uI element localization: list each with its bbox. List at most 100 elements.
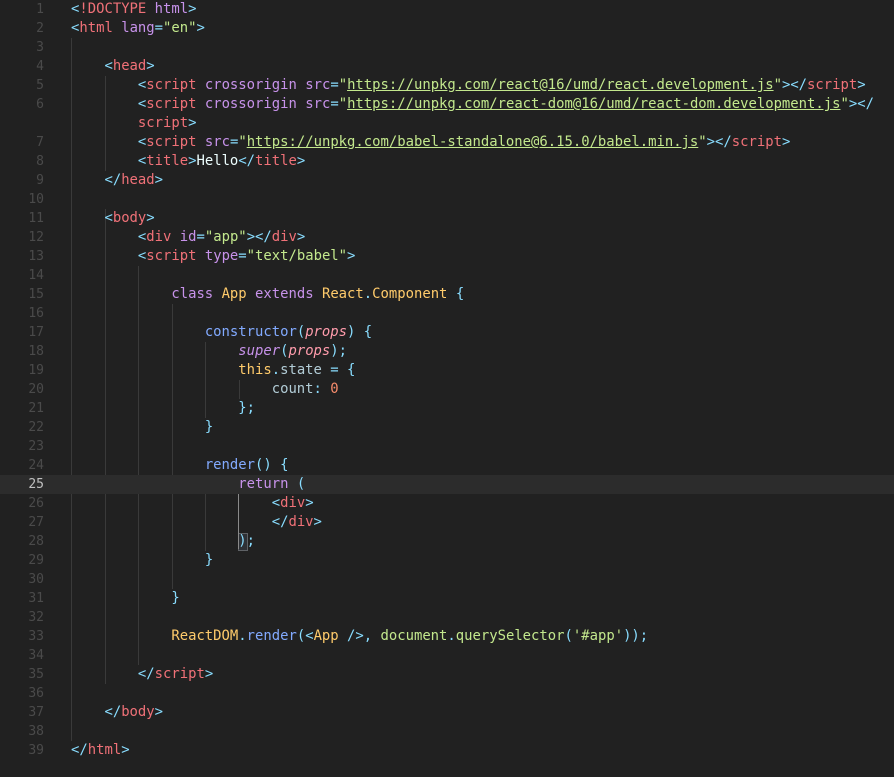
- code-line[interactable]: 30: [0, 570, 894, 589]
- code-line[interactable]: 33 ReactDOM.render(<App />, document.que…: [0, 627, 894, 646]
- code-token: (: [564, 628, 573, 644]
- code-token: html: [79, 20, 113, 36]
- code-line[interactable]: 15 class App extends React.Component {: [0, 285, 894, 304]
- line-number: 5: [36, 78, 44, 93]
- code-text: <script crossorigin src="https://unpkg.c…: [71, 76, 866, 95]
- line-number: 30: [28, 572, 44, 587]
- code-line[interactable]: 35 </script>: [0, 665, 894, 684]
- code-token: {: [455, 286, 465, 302]
- code-token: "en": [163, 20, 197, 36]
- code-line[interactable]: 3: [0, 38, 894, 57]
- code-token: =: [238, 248, 247, 264]
- code-token: ></: [848, 96, 874, 112]
- code-token: .: [363, 286, 373, 302]
- code-token: props: [288, 343, 331, 359]
- code-token: </: [71, 742, 88, 758]
- line-number: 34: [28, 648, 44, 663]
- line-number: 13: [28, 249, 44, 264]
- code-token: return: [238, 476, 289, 492]
- line-number: 4: [36, 59, 44, 74]
- code-token: head: [112, 58, 147, 74]
- line-number: 10: [28, 192, 44, 207]
- code-line[interactable]: 34: [0, 646, 894, 665]
- code-line[interactable]: 39 </html>: [0, 741, 894, 760]
- code-text: };: [71, 399, 255, 418]
- code-line[interactable]: 13 <script type="text/babel">: [0, 247, 894, 266]
- code-line[interactable]: 24 render() {: [0, 456, 894, 475]
- code-token: (): [255, 457, 272, 473]
- line-number: 35: [28, 667, 44, 682]
- code-line[interactable]: 31 }: [0, 589, 894, 608]
- code-token: super: [238, 343, 281, 359]
- code-line[interactable]: 22 }: [0, 418, 894, 437]
- code-token: script: [146, 77, 197, 93]
- code-line[interactable]: 23: [0, 437, 894, 456]
- code-editor[interactable]: 1 <!DOCTYPE html> 2 <html lang="en"> 3 4 <hea…: [0, 0, 894, 777]
- line-number: 17: [28, 325, 44, 340]
- code-token: {: [347, 362, 356, 378]
- code-line[interactable]: 7 <script src="https://unpkg.com/babel-s…: [0, 133, 894, 152]
- code-line[interactable]: 17 constructor(props) {: [0, 323, 894, 342]
- code-token: document: [380, 628, 448, 644]
- line-number: 22: [28, 420, 44, 435]
- code-text: <script crossorigin src="https://unpkg.c…: [71, 95, 874, 114]
- code-line[interactable]: 12 <div id="app"></div>: [0, 228, 894, 247]
- code-line[interactable]: 32: [0, 608, 894, 627]
- code-token: title: [255, 153, 297, 169]
- code-token: };: [238, 400, 255, 416]
- code-line[interactable]: 5 <script crossorigin src="https://unpkg…: [0, 76, 894, 95]
- code-line[interactable]: 29 }: [0, 551, 894, 570]
- code-line[interactable]: 2 <html lang="en">: [0, 19, 894, 38]
- code-line[interactable]: 20 count: 0: [0, 380, 894, 399]
- code-token: src: [204, 134, 230, 150]
- code-token: (: [296, 324, 306, 340]
- code-line[interactable]: 38: [0, 722, 894, 741]
- code-token: render: [204, 457, 255, 473]
- code-line[interactable]: 36: [0, 684, 894, 703]
- code-line[interactable]: 6 <script crossorigin src="https://unpkg…: [0, 95, 894, 114]
- code-token: html: [154, 1, 189, 17]
- code-line[interactable]: 11 <body>: [0, 209, 894, 228]
- code-token: >: [188, 115, 197, 131]
- code-line[interactable]: 25 return (: [0, 475, 894, 494]
- code-text: </html>: [71, 741, 130, 760]
- code-text: }: [71, 589, 179, 608]
- code-line[interactable]: 21 };: [0, 399, 894, 418]
- code-token: App: [221, 286, 247, 302]
- line-number: 21: [28, 401, 44, 416]
- code-line[interactable]: 37 </body>: [0, 703, 894, 722]
- code-line[interactable]: 4 <head>: [0, 57, 894, 76]
- line-number: 20: [28, 382, 44, 397]
- code-line[interactable]: 26 <div>: [0, 494, 894, 513]
- code-token: count: [271, 381, 314, 397]
- code-line[interactable]: script>: [0, 114, 894, 133]
- code-token: );: [330, 343, 348, 359]
- code-line[interactable]: 19 this.state = {: [0, 361, 894, 380]
- code-line[interactable]: 1 <!DOCTYPE html>: [0, 0, 894, 19]
- code-line[interactable]: 16: [0, 304, 894, 323]
- code-text: <div id="app"></div>: [71, 228, 305, 247]
- code-line[interactable]: 10: [0, 190, 894, 209]
- code-line[interactable]: 8 <title>Hello</title>: [0, 152, 894, 171]
- code-line[interactable]: 18 super(props);: [0, 342, 894, 361]
- code-line[interactable]: 14: [0, 266, 894, 285]
- line-number: 7: [36, 135, 44, 150]
- code-token: =: [154, 20, 164, 36]
- code-line[interactable]: 27 </div>: [0, 513, 894, 532]
- code-token: =: [330, 362, 339, 378]
- code-line[interactable]: 28 );: [0, 532, 894, 551]
- code-line[interactable]: 9 </head>: [0, 171, 894, 190]
